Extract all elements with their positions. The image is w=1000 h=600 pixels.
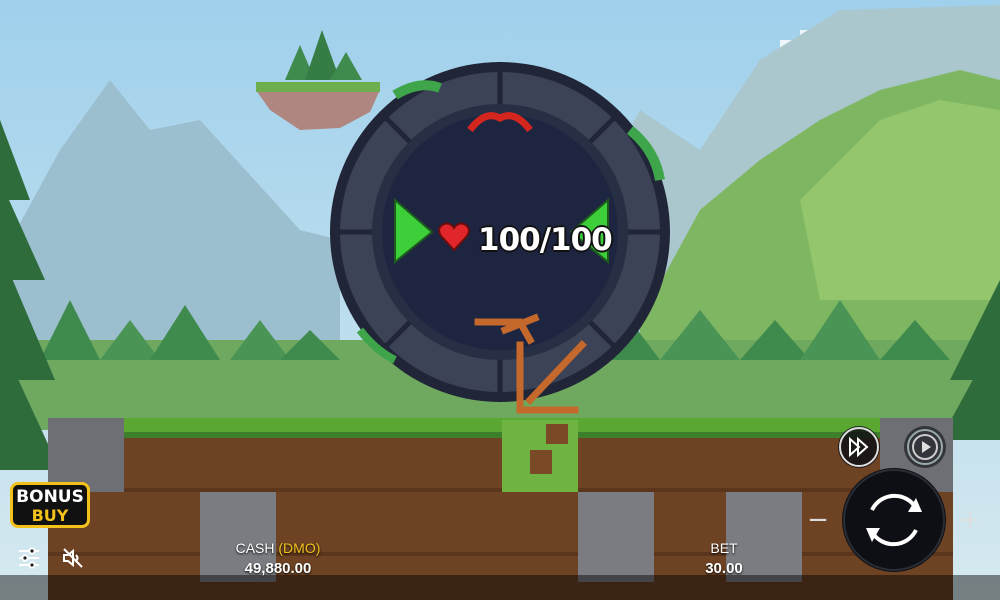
sound-muted-icon xyxy=(63,548,83,568)
bet-label: BET xyxy=(710,540,738,556)
settings-button[interactable] xyxy=(17,546,41,570)
hp-readout: 100/100 xyxy=(478,222,613,258)
turbo-button[interactable] xyxy=(838,426,880,468)
cash-value: 49,880.00 xyxy=(244,560,312,577)
sound-toggle-button[interactable] xyxy=(61,546,85,570)
spin-button[interactable] xyxy=(842,468,946,572)
fast-forward-icon xyxy=(839,427,879,467)
bet-increase-button[interactable]: + xyxy=(956,505,984,535)
cash-label: CASH (DMO) xyxy=(208,540,348,556)
autoplay-button[interactable] xyxy=(904,426,946,468)
sliders-icon xyxy=(19,547,39,569)
bonus-buy-button[interactable]: BONUS BUY xyxy=(10,482,90,528)
cash-mode: (DMO) xyxy=(278,540,321,556)
stone-block xyxy=(578,492,654,582)
bonus-buy-label-line1: BONUS xyxy=(16,487,84,507)
bonus-buy-label-line2: BUY xyxy=(31,506,69,525)
bet-decrease-button[interactable]: − xyxy=(804,505,832,535)
bet-value: 30.00 xyxy=(705,560,743,577)
stone-block xyxy=(48,418,124,492)
cash-label-text: CASH xyxy=(235,540,275,556)
bottom-bar-shadow xyxy=(0,575,1000,600)
autoplay-icon xyxy=(907,429,943,465)
spin-icon xyxy=(843,469,945,571)
